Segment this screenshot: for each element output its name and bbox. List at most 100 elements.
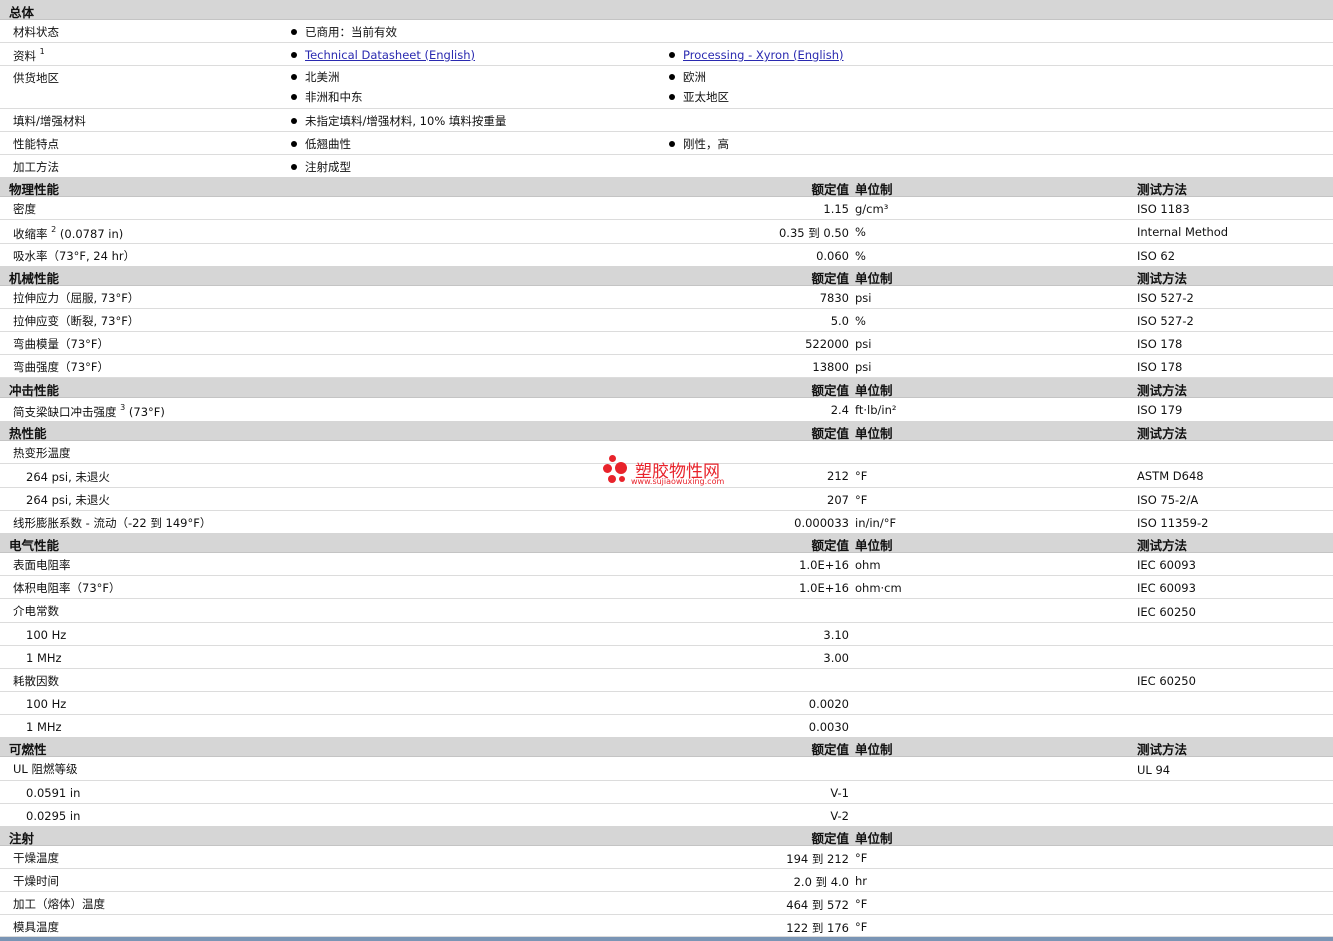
bullet-icon	[291, 29, 297, 35]
row-drying-temp: 干燥温度 194 到 212 °F	[0, 846, 1333, 869]
row-value: V-2	[830, 809, 849, 823]
row-label: 264 psi, 未退火	[26, 493, 110, 507]
section-title: 注射	[9, 831, 35, 846]
footnote-ref: 1	[39, 47, 45, 56]
row-method: ISO 178	[1137, 360, 1183, 374]
bullet-icon	[291, 164, 297, 170]
row-label: 收缩率 2 (0.0787 in)	[13, 225, 123, 242]
watermark-url: www.sujiaowuxing.com	[631, 477, 725, 486]
row-value: 0.000033	[794, 516, 849, 530]
row-material-status: 材料状态 已商用：当前有效	[0, 20, 1333, 43]
row-filler: 填料/增强材料 未指定填料/增强材料, 10% 填料按重量	[0, 109, 1333, 132]
row-label: 表面电阻率	[13, 558, 71, 572]
col-unit-header: 单位制	[855, 538, 893, 553]
col-method-header: 测试方法	[1137, 271, 1188, 286]
col-value-header: 额定值	[811, 383, 849, 398]
row-label: 耗散因数	[13, 674, 59, 688]
row-unit: °F	[855, 897, 868, 911]
col-value-header: 额定值	[811, 742, 849, 757]
row-label: 弯曲强度（73°F）	[13, 360, 109, 374]
section-title: 热性能	[9, 426, 47, 441]
row-value: 3.10	[823, 628, 849, 642]
bottom-scroll-edge	[0, 937, 1333, 941]
row-unit: °F	[855, 493, 868, 507]
row-value: 3.00	[823, 651, 849, 665]
row-flexural-strength: 弯曲强度（73°F） 13800 psi ISO 178	[0, 355, 1333, 378]
section-header-electrical: 电气性能 额定值 单位制 测试方法	[0, 533, 1333, 553]
section-header-impact: 冲击性能 额定值 单位制 测试方法	[0, 378, 1333, 398]
section-header-general: 总体	[0, 0, 1333, 20]
row-label: 线形膨胀系数 - 流动（-22 到 149°F）	[13, 516, 212, 530]
row-label: UL 阻燃等级	[13, 762, 78, 776]
row-label: 1 MHz	[26, 651, 62, 665]
row-value: 1.15	[823, 202, 849, 216]
row-label: 264 psi, 未退火	[26, 470, 110, 484]
row-unit: %	[855, 249, 866, 263]
row-value: 13800	[812, 360, 849, 374]
row-charpy-notched: 简支梁缺口冲击强度 3 (73°F) 2.4 ft·lb/in² ISO 179	[0, 398, 1333, 422]
row-value: 0.0030	[808, 720, 849, 734]
section-title: 物理性能	[9, 182, 60, 197]
region-text: 欧洲	[683, 70, 706, 84]
row-label: 密度	[13, 202, 36, 216]
row-value: 5.0	[830, 314, 849, 328]
row-value: 212	[827, 469, 849, 483]
status-value: 已商用：当前有效	[305, 25, 397, 39]
col-value-header: 额定值	[811, 831, 849, 846]
row-unit: ohm	[855, 558, 881, 572]
bullet-icon	[291, 141, 297, 147]
col-value-header: 额定值	[811, 271, 849, 286]
footnote-ref: 3	[120, 403, 126, 412]
row-density: 密度 1.15 g/cm³ ISO 1183	[0, 197, 1333, 220]
row-value: 0.0020	[808, 697, 849, 711]
bullet-icon	[291, 74, 297, 80]
row-tensile-stress: 拉伸应力（屈服, 73°F） 7830 psi ISO 527-2	[0, 286, 1333, 309]
row-method: IEC 60093	[1137, 558, 1196, 572]
col-method-header: 测试方法	[1137, 742, 1188, 757]
row-unit: ohm·cm	[855, 581, 902, 595]
row-method: ISO 11359-2	[1137, 516, 1209, 530]
row-value: 0.060	[816, 249, 849, 263]
row-unit: °F	[855, 920, 868, 934]
section-header-injection: 注射 额定值 单位制	[0, 826, 1333, 846]
row-unit: %	[855, 225, 866, 239]
col-unit-header: 单位制	[855, 831, 893, 846]
technical-datasheet-link[interactable]: Technical Datasheet (English)	[305, 48, 475, 62]
row-label: 拉伸应力（屈服, 73°F）	[13, 291, 140, 305]
row-label: 100 Hz	[26, 628, 67, 642]
row-unit: psi	[855, 337, 872, 351]
row-value: 194 到 212	[786, 852, 849, 866]
feature-text: 低翘曲性	[305, 137, 351, 151]
row-method: ISO 179	[1137, 403, 1183, 417]
feature-2: 刚性，高	[669, 136, 729, 152]
row-dielectric-constant: 介电常数 IEC 60250	[0, 599, 1333, 623]
row-label: 加工方法	[13, 160, 59, 174]
bullet-icon	[291, 52, 297, 58]
processing-link[interactable]: Processing - Xyron (English)	[683, 48, 844, 62]
row-unit: °F	[855, 469, 868, 483]
row-shrinkage: 收缩率 2 (0.0787 in) 0.35 到 0.50 % Internal…	[0, 220, 1333, 244]
row-mold-temp: 模具温度 122 到 176 °F	[0, 915, 1333, 937]
row-value: 522000	[805, 337, 849, 351]
row-unit: psi	[855, 360, 872, 374]
row-dielectric-1mhz: 1 MHz 3.00	[0, 646, 1333, 669]
row-dissipation-1mhz: 1 MHz 0.0030	[0, 715, 1333, 738]
row-unit: %	[855, 314, 866, 328]
col-value-header: 额定值	[811, 538, 849, 553]
row-label: 模具温度	[13, 920, 59, 934]
watermark-dot-icon	[619, 476, 625, 482]
col-unit-header: 单位制	[855, 426, 893, 441]
bullet-icon	[669, 52, 675, 58]
region-text: 亚太地区	[683, 90, 729, 104]
row-method: UL 94	[1137, 763, 1171, 777]
row-label: 0.0591 in	[26, 786, 81, 800]
row-method: IEC 60093	[1137, 581, 1196, 595]
filler-value: 未指定填料/增强材料, 10% 填料按重量	[305, 114, 507, 128]
row-method: ISO 1183	[1137, 202, 1190, 216]
row-label: 干燥温度	[13, 851, 59, 865]
section-title: 机械性能	[9, 271, 60, 286]
watermark-dot-icon	[608, 475, 616, 483]
row-label: 加工（熔体）温度	[13, 897, 105, 911]
row-label: 热变形温度	[13, 446, 71, 460]
bullet-icon	[291, 118, 297, 124]
